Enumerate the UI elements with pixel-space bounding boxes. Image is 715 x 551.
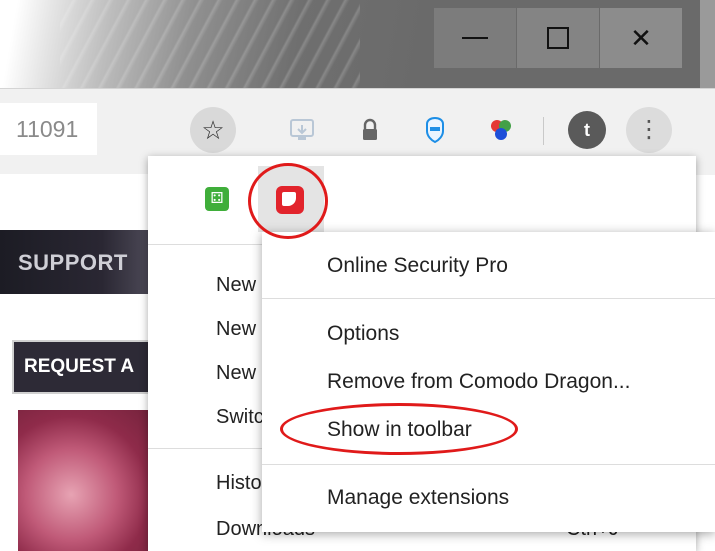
request-button[interactable]: REQUEST A — [12, 340, 170, 394]
annotation-ring-extension-icon — [248, 163, 328, 239]
shield-icon[interactable] — [420, 115, 450, 145]
request-label: REQUEST A — [24, 356, 135, 377]
toolbar-separator — [543, 117, 544, 145]
window-title-bar: ✕ — [0, 0, 715, 88]
profile-initial: t — [584, 120, 590, 140]
minimize-button[interactable] — [434, 8, 516, 68]
title-bar-texture — [60, 0, 360, 88]
title-bar-edge — [700, 0, 715, 88]
bookmark-star-button[interactable]: ☆ — [190, 107, 236, 153]
menu-item-switch-person[interactable]: Switc — [216, 406, 264, 429]
submenu-item-remove[interactable]: Remove from Comodo Dragon... — [327, 370, 630, 394]
close-icon: ✕ — [630, 22, 652, 53]
maximize-icon — [547, 27, 569, 49]
submenu-separator — [262, 298, 715, 299]
cast-icon[interactable] — [287, 115, 317, 145]
star-icon: ☆ — [201, 115, 225, 145]
more-vert-icon: ⋮ — [637, 116, 661, 143]
maximize-button[interactable] — [517, 8, 599, 68]
extension-context-menu: Online Security Pro Options Remove from … — [262, 232, 715, 532]
lock-icon[interactable] — [355, 115, 385, 145]
gamepad-extension-icon[interactable]: ⚃ — [205, 187, 229, 211]
address-text: 11091 — [16, 116, 79, 142]
close-button[interactable]: ✕ — [600, 8, 682, 68]
menu-item-new-tab[interactable]: New — [216, 274, 256, 297]
color-dots-icon[interactable] — [486, 115, 516, 145]
menu-item-new-window[interactable]: New — [216, 318, 256, 341]
profile-avatar[interactable]: t — [568, 111, 606, 149]
submenu-item-options[interactable]: Options — [327, 322, 399, 346]
submenu-separator — [262, 464, 715, 465]
submenu-title-online-security-pro[interactable]: Online Security Pro — [327, 254, 508, 278]
browser-menu-button[interactable]: ⋮ — [626, 107, 672, 153]
address-bar[interactable]: 11091 — [0, 103, 97, 155]
nav-support-label: SUPPORT — [18, 250, 128, 275]
site-nav-bar: SUPPORT — [0, 230, 170, 294]
minimize-icon — [462, 37, 488, 39]
submenu-item-manage-extensions[interactable]: Manage extensions — [327, 486, 509, 510]
annotation-ring-show-in-toolbar — [280, 403, 518, 455]
menu-item-history[interactable]: Histo — [216, 472, 262, 495]
menu-item-new-incognito[interactable]: New — [216, 362, 256, 385]
extension-icons-row: ⚃ — [148, 156, 696, 244]
